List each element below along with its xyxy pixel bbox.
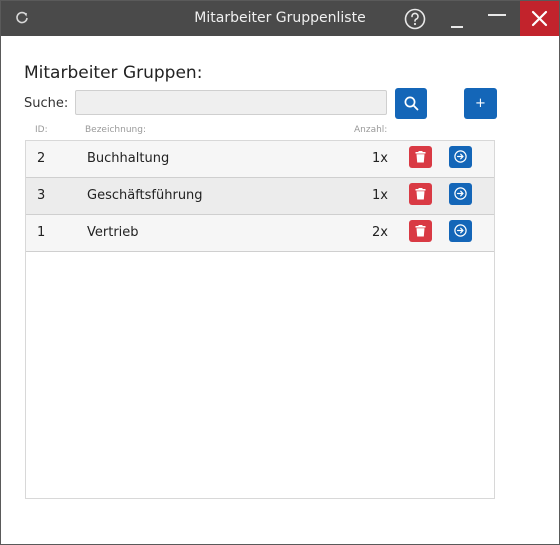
table-row[interactable]: 1 Vertrieb 2x (26, 215, 494, 252)
window-title: Mitarbeiter Gruppenliste (194, 10, 366, 26)
column-header-name: Bezeichnung: (85, 125, 146, 135)
page-title: Mitarbeiter Gruppen: (24, 63, 203, 83)
open-button[interactable] (449, 220, 472, 242)
row-count: 1x (372, 188, 388, 203)
search-label: Suche: (24, 96, 69, 111)
row-id: 1 (37, 225, 46, 240)
row-count: 1x (372, 151, 388, 166)
table-row[interactable]: 2 Buchhaltung 1x (26, 141, 494, 178)
arrow-circle-right-icon (454, 224, 467, 237)
open-button[interactable] (449, 146, 472, 168)
trash-icon (415, 151, 426, 163)
trash-icon (415, 225, 426, 237)
search-icon (404, 96, 419, 111)
row-id: 2 (37, 151, 46, 166)
arrow-circle-right-icon (454, 150, 467, 163)
delete-button[interactable] (409, 146, 432, 168)
column-header-count: Anzahl: (354, 125, 388, 135)
row-id: 3 (37, 188, 46, 203)
row-count: 2x (372, 225, 388, 240)
row-name: Buchhaltung (87, 151, 170, 166)
maximize-icon[interactable] (487, 7, 507, 16)
search-input[interactable] (75, 90, 387, 115)
column-header-id: ID: (35, 125, 48, 135)
open-button[interactable] (449, 183, 472, 205)
search-button[interactable] (395, 88, 427, 119)
title-bar: Mitarbeiter Gruppenliste (1, 1, 559, 36)
table-row[interactable]: 3 Geschäftsführung 1x (26, 178, 494, 215)
row-name: Geschäftsführung (87, 188, 203, 203)
close-button[interactable] (520, 1, 559, 36)
close-icon (531, 10, 548, 27)
arrow-circle-right-icon (454, 187, 467, 200)
delete-button[interactable] (409, 183, 432, 205)
trash-icon (415, 188, 426, 200)
app-window: Mitarbeiter Gruppenliste Mitarbeiter Gru… (0, 0, 560, 545)
add-group-button[interactable]: + (464, 88, 497, 119)
help-icon[interactable] (404, 8, 426, 30)
row-name: Vertrieb (87, 225, 139, 240)
delete-button[interactable] (409, 220, 432, 242)
minimize-icon[interactable] (449, 13, 465, 29)
group-table: 2 Buchhaltung 1x 3 Geschäftsführung 1x 1… (25, 140, 495, 499)
